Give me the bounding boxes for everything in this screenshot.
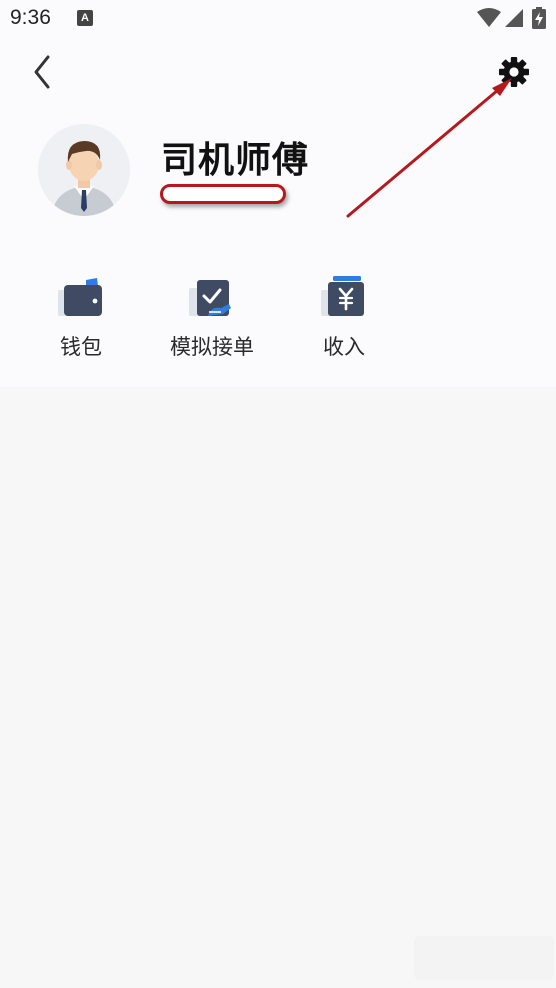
- chevron-left-icon: [34, 55, 50, 89]
- income-label: 收入: [323, 335, 365, 359]
- wallet-button[interactable]: 钱包: [21, 266, 141, 366]
- app-screen: 9:36 A 司机师傅 钱包 模拟接单 收入: [0, 0, 556, 988]
- wifi-icon: [477, 8, 501, 27]
- faint-placeholder-block: [414, 936, 554, 980]
- back-button[interactable]: [28, 54, 60, 90]
- settings-button[interactable]: [498, 56, 530, 88]
- battery-charging-icon: [532, 7, 546, 29]
- income-yuan-icon: [321, 276, 364, 316]
- notification-a-icon: A: [77, 10, 93, 26]
- signal-icon: [505, 9, 523, 27]
- user-name: 司机师傅: [161, 140, 310, 181]
- simulated-order-icon: [189, 280, 231, 316]
- status-time: 9:36: [10, 6, 51, 29]
- gear-icon: [499, 57, 529, 87]
- avatar[interactable]: [38, 124, 130, 216]
- status-bar: 9:36 A: [0, 0, 556, 38]
- simulated-order-button[interactable]: 模拟接单: [152, 266, 272, 366]
- income-button[interactable]: 收入: [284, 266, 404, 366]
- quick-actions: 钱包 模拟接单 收入: [0, 266, 556, 376]
- wallet-label: 钱包: [60, 335, 102, 359]
- profile-header: 司机师傅 钱包 模拟接单 收入: [0, 38, 556, 387]
- man-in-suit-avatar-icon: [38, 124, 130, 216]
- wallet-icon: [58, 278, 102, 316]
- content-area: [0, 387, 556, 988]
- simulated-order-label: 模拟接单: [170, 335, 254, 359]
- name-redaction-mark: [160, 184, 286, 204]
